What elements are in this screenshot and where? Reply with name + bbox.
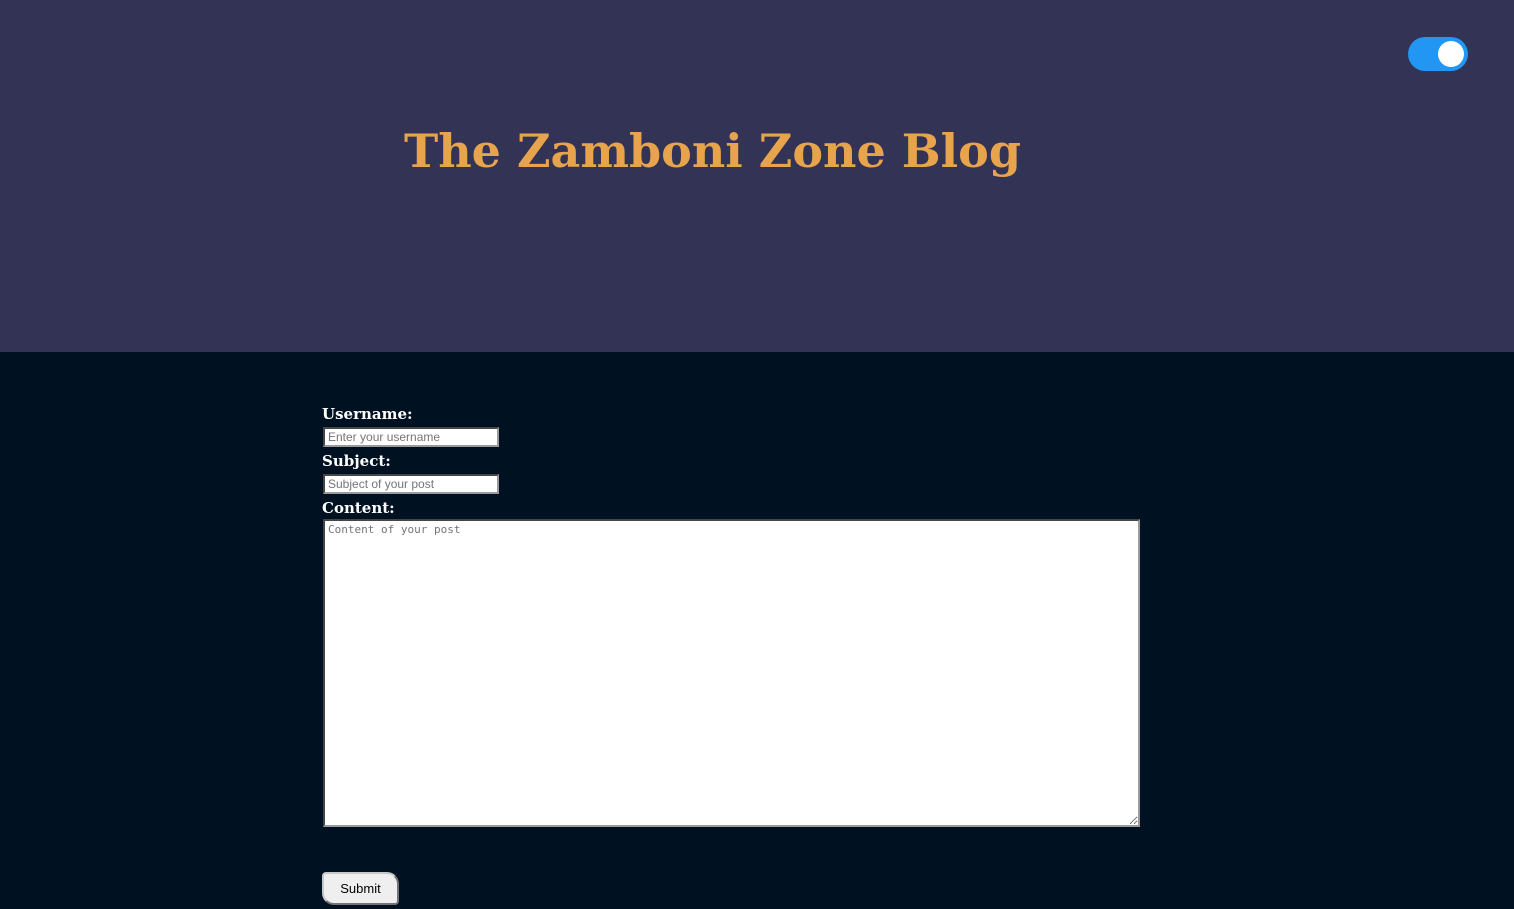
subject-input[interactable]	[323, 474, 499, 494]
username-input[interactable]	[323, 427, 499, 447]
theme-toggle[interactable]	[1408, 37, 1468, 71]
content-textarea[interactable]	[323, 519, 1140, 827]
site-title: The Zamboni Zone Blog	[404, 124, 1021, 178]
subject-label: Subject:	[322, 452, 391, 470]
page: The Zamboni Zone Blog Username: Subject:…	[0, 0, 1514, 909]
content-label: Content:	[322, 499, 395, 517]
username-label: Username:	[322, 405, 413, 423]
toggle-knob	[1438, 41, 1464, 67]
submit-button[interactable]: Submit	[322, 872, 399, 905]
site-header: The Zamboni Zone Blog	[0, 0, 1514, 352]
